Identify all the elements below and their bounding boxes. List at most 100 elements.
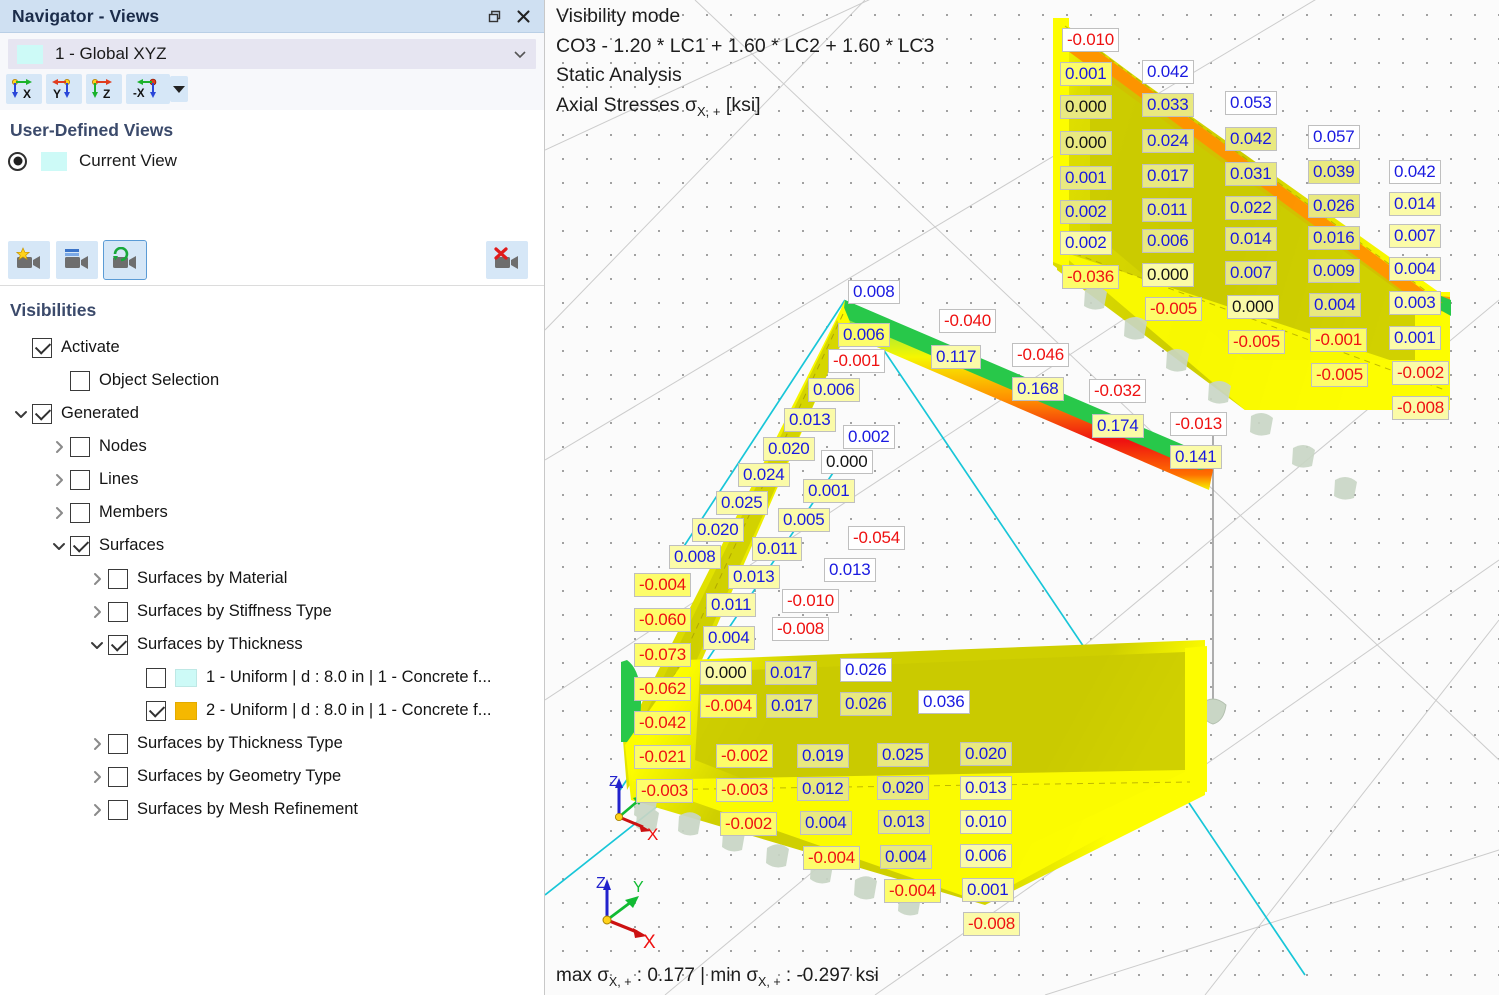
stress-value-label: -0.005 <box>1145 297 1203 321</box>
tree-row[interactable]: Members <box>0 496 544 529</box>
stress-value-label: 0.004 <box>703 626 755 650</box>
view-direction-more-dropdown[interactable] <box>170 76 188 102</box>
checkbox[interactable] <box>70 502 90 523</box>
axis-z-icon: Z <box>92 79 112 101</box>
stress-value-label: -0.062 <box>634 677 692 701</box>
stress-value-label: 0.011 <box>706 593 757 617</box>
application-window: Navigator - Views 1 - Global XYZ X Y Z -… <box>0 0 1499 995</box>
update-view-button[interactable] <box>103 240 147 280</box>
model-3d-viewport[interactable]: Visibility mode CO3 - 1.20 * LC1 + 1.60 … <box>545 0 1499 995</box>
stress-value-label: 0.020 <box>877 776 929 800</box>
tree-row[interactable]: Object Selection <box>0 364 544 397</box>
chevron-down-icon[interactable] <box>48 535 70 557</box>
checkbox[interactable] <box>108 601 128 622</box>
stress-value-label: 0.000 <box>1060 131 1112 155</box>
min-prefix: min <box>710 965 747 987</box>
checkbox[interactable] <box>32 337 52 358</box>
chevron-right-icon[interactable] <box>48 469 70 491</box>
thickness-color-swatch <box>175 668 197 687</box>
tree-row-label: Activate <box>61 338 120 356</box>
tree-row-label: Surfaces by Stiffness Type <box>137 602 332 620</box>
checkbox[interactable] <box>70 436 90 457</box>
stress-value-label: 0.007 <box>1389 224 1441 248</box>
current-view-radio[interactable] <box>8 151 27 171</box>
stress-value-label: -0.002 <box>720 812 778 836</box>
navigator-views-panel: Navigator - Views 1 - Global XYZ X Y Z -… <box>0 0 545 995</box>
current-view-item[interactable]: Current View <box>0 149 544 175</box>
restore-window-icon[interactable] <box>478 2 508 30</box>
chevron-right-icon[interactable] <box>86 766 108 788</box>
checkbox[interactable] <box>32 403 52 424</box>
checkbox[interactable] <box>108 634 128 655</box>
stress-value-label: 0.014 <box>1225 227 1277 251</box>
new-view-camera-icon <box>15 247 40 269</box>
chevron-right-icon[interactable] <box>86 733 108 755</box>
svg-text:Z: Z <box>596 875 606 892</box>
tree-row[interactable]: 2 - Uniform | d : 8.0 in | 1 - Concrete … <box>0 694 544 727</box>
svg-text:X: X <box>643 932 656 948</box>
tree-row[interactable]: Nodes <box>0 430 544 463</box>
new-view-button[interactable] <box>8 241 50 279</box>
checkbox[interactable] <box>146 700 166 721</box>
stress-value-label: 0.004 <box>800 811 852 835</box>
chevron-right-icon[interactable] <box>86 568 108 590</box>
user-defined-views-section: User-Defined Views Current View <box>0 110 544 179</box>
tree-row-label: Surfaces <box>99 536 165 554</box>
save-view-button[interactable] <box>56 241 98 279</box>
chevron-right-icon[interactable] <box>48 502 70 524</box>
tree-row[interactable]: Surfaces by Geometry Type <box>0 760 544 793</box>
checkbox[interactable] <box>70 469 90 490</box>
stress-value-label: 0.026 <box>840 658 892 682</box>
chevron-right-icon[interactable] <box>86 799 108 821</box>
checkbox[interactable] <box>108 568 128 589</box>
delete-view-button[interactable] <box>486 241 528 279</box>
svg-text:Z: Z <box>609 773 618 790</box>
tree-row[interactable]: 1 - Uniform | d : 8.0 in | 1 - Concrete … <box>0 661 544 694</box>
stress-value-label: 0.006 <box>808 378 860 402</box>
chevron-down-icon[interactable] <box>86 634 108 656</box>
tree-row[interactable]: Surfaces by Mesh Refinement <box>0 793 544 826</box>
checkbox[interactable] <box>108 733 128 754</box>
chevron-down-icon[interactable] <box>10 403 32 425</box>
stress-value-label: -0.008 <box>772 617 830 641</box>
checkbox[interactable] <box>70 535 90 556</box>
stress-value-label: 0.042 <box>1389 160 1441 184</box>
tree-row[interactable]: Activate <box>0 331 544 364</box>
stress-value-label: -0.042 <box>634 711 692 735</box>
structural-model-graphics <box>545 0 1499 995</box>
chevron-right-icon[interactable] <box>86 601 108 623</box>
stress-value-label: 0.001 <box>1060 166 1112 190</box>
min-symbol: σ <box>746 965 759 987</box>
stress-value-label: 0.019 <box>797 744 849 768</box>
stress-value-label: 0.013 <box>824 558 876 582</box>
svg-text:X: X <box>23 87 31 101</box>
stress-value-label: 0.057 <box>1308 125 1360 149</box>
tree-row[interactable]: Surfaces <box>0 529 544 562</box>
stress-value-label: 0.016 <box>1308 226 1360 250</box>
view-in-negative-x-direction-button[interactable]: -X <box>126 74 170 104</box>
view-in-y-direction-button[interactable]: Y <box>46 74 82 104</box>
checkbox[interactable] <box>146 667 166 688</box>
stress-value-label: -0.032 <box>1089 379 1147 403</box>
stress-value-label: -0.010 <box>782 589 840 613</box>
stress-value-label: -0.001 <box>1310 328 1368 352</box>
tree-row[interactable]: Lines <box>0 463 544 496</box>
view-select-dropdown[interactable]: 1 - Global XYZ <box>8 39 536 69</box>
tree-row-label: Object Selection <box>99 371 220 389</box>
stress-value-label: 0.039 <box>1308 160 1360 184</box>
view-in-z-direction-button[interactable]: Z <box>86 74 122 104</box>
tree-row[interactable]: Surfaces by Thickness <box>0 628 544 661</box>
stress-value-label: 0.117 <box>931 345 982 369</box>
tree-row-label: Surfaces by Thickness <box>137 635 303 653</box>
checkbox[interactable] <box>108 766 128 787</box>
checkbox[interactable] <box>108 799 128 820</box>
tree-row[interactable]: Surfaces by Material <box>0 562 544 595</box>
close-icon[interactable] <box>508 2 538 30</box>
stress-value-label: -0.036 <box>1062 265 1120 289</box>
checkbox[interactable] <box>70 370 90 391</box>
tree-row[interactable]: Surfaces by Thickness Type <box>0 727 544 760</box>
tree-row[interactable]: Surfaces by Stiffness Type <box>0 595 544 628</box>
chevron-right-icon[interactable] <box>48 436 70 458</box>
tree-row[interactable]: Generated <box>0 397 544 430</box>
view-in-x-direction-button[interactable]: X <box>6 74 42 104</box>
